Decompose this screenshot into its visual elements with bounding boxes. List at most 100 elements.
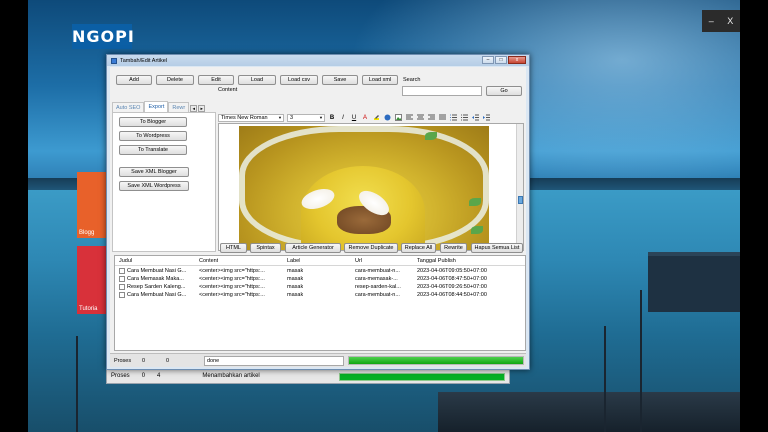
pole — [640, 290, 642, 432]
tab-export[interactable]: Export — [144, 101, 169, 112]
status-bar: Proses 0 0 done — [110, 353, 526, 367]
add-button[interactable]: Add — [116, 75, 152, 85]
tile-label: Blogg — [79, 230, 95, 236]
font-family-value: Times New Roman — [221, 115, 268, 121]
to-translate-button[interactable]: To Translate — [119, 145, 187, 155]
delete-button[interactable]: Delete — [156, 75, 194, 85]
save-xml-wordpress-button[interactable]: Save XML Wordpress — [119, 181, 189, 191]
export-panel: To Blogger To Wordpress To Translate Sav… — [112, 112, 216, 252]
editor-toolbar: Times New Roman ▼ 3 ▼ B I U A — [218, 113, 520, 123]
italic-icon[interactable]: I — [339, 114, 347, 122]
link-icon[interactable] — [383, 114, 391, 122]
replace-all-button[interactable]: Replace All — [401, 243, 436, 253]
load-button[interactable]: Load — [238, 75, 276, 85]
titlebar-buttons: – □ x — [482, 56, 526, 64]
font-size-select[interactable]: 3 ▼ — [287, 114, 325, 122]
status-message: Menambahkan artikel — [202, 373, 260, 379]
row-content: <center><img src="https:... — [199, 284, 265, 290]
outdent-icon[interactable] — [471, 114, 479, 122]
row-judul: Cara Membuat Nasi G... — [127, 268, 187, 274]
column-header-judul[interactable]: Judul — [119, 258, 132, 264]
row-content: <center><img src="https:... — [199, 276, 265, 282]
save-button[interactable]: Save — [322, 75, 358, 85]
row-tanggal-publish: 2023-04-06T08:44:50+07:00 — [417, 292, 487, 298]
status-message-box: done — [204, 356, 344, 366]
row-content: <center><img src="https:... — [199, 292, 265, 298]
edit-button[interactable]: Edit — [198, 75, 234, 85]
load-csv-button[interactable]: Load csv — [280, 75, 318, 85]
to-wordpress-button[interactable]: To Wordpress — [119, 131, 187, 141]
align-left-icon[interactable] — [405, 114, 413, 122]
column-header-label[interactable]: Label — [287, 258, 300, 264]
remove-duplicate-button[interactable]: Remove Duplicate — [344, 243, 398, 253]
minimize-icon[interactable]: – — [709, 16, 714, 26]
search-label: Search — [403, 77, 421, 83]
column-header-url[interactable]: Url — [355, 258, 362, 264]
scrollbar-thumb[interactable] — [518, 196, 523, 204]
spintax-button[interactable]: Spintax — [250, 243, 281, 253]
minimize-button[interactable]: – — [482, 56, 494, 64]
underline-icon[interactable]: U — [350, 114, 358, 122]
row-url: cara-memasak-... — [355, 276, 398, 282]
save-xml-blogger-button[interactable]: Save XML Blogger — [119, 167, 189, 177]
align-center-icon[interactable] — [416, 114, 424, 122]
highlight-icon[interactable] — [372, 114, 380, 122]
to-blogger-button[interactable]: To Blogger — [119, 117, 187, 127]
edit-article-window: Tambah/Edit Artikel – □ x Add Delete Edi… — [106, 54, 530, 370]
pier-deck — [438, 392, 740, 432]
search-input[interactable] — [402, 86, 482, 96]
align-right-icon[interactable] — [427, 114, 435, 122]
row-label: masak — [287, 268, 304, 274]
close-icon[interactable]: X — [727, 16, 733, 26]
tab-scroll-left-icon[interactable]: ◄ — [190, 105, 198, 112]
row-tanggal-publish: 2023-04-06T09:05:50+07:00 — [417, 268, 487, 274]
tab-scroll-right-icon[interactable]: ► — [198, 105, 206, 112]
content-editor[interactable] — [218, 123, 524, 251]
bold-icon[interactable]: B — [328, 114, 336, 122]
row-content: <center><img src="https:... — [199, 268, 265, 274]
pole — [604, 326, 606, 432]
food-photo — [239, 126, 489, 250]
row-judul: Resep Sarden Kaleng... — [127, 284, 186, 290]
column-header-tanggal-publish[interactable]: Tanggal Publish — [417, 258, 456, 264]
load-xml-button[interactable]: Load xml — [362, 75, 398, 85]
row-checkbox[interactable] — [119, 276, 125, 282]
tab-auto-seo[interactable]: Auto SEO — [112, 102, 145, 112]
image-icon[interactable] — [394, 114, 402, 122]
column-header-content[interactable]: Content — [199, 258, 218, 264]
row-checkbox[interactable] — [119, 268, 125, 274]
row-tanggal-publish: 2023-04-06T09:26:50+07:00 — [417, 284, 487, 290]
row-checkbox[interactable] — [119, 292, 125, 298]
desktop-window-controls: – X — [702, 10, 740, 32]
window-client: Add Delete Edit Load Load csv Save Load … — [110, 67, 526, 367]
window-titlebar[interactable]: Tambah/Edit Artikel – □ x — [107, 55, 529, 66]
editor-scrollbar[interactable] — [516, 124, 523, 250]
tab-rewrite[interactable]: Rewr — [168, 102, 190, 112]
status-count-1: 0 — [142, 358, 146, 364]
left-tab-strip: Auto SEO Export Rewr ◄ ► — [112, 101, 216, 112]
go-button[interactable]: Go — [486, 86, 522, 96]
maximize-button[interactable]: □ — [495, 56, 507, 64]
article-generator-button[interactable]: Article Generator — [285, 243, 341, 253]
status-count-1: 0 — [141, 373, 146, 379]
tile-label: Tutoria — [79, 306, 98, 312]
numbered-list-icon[interactable] — [449, 114, 457, 122]
background-progress-bar — [339, 373, 505, 381]
close-button[interactable]: x — [508, 56, 526, 64]
rewrite-button[interactable]: Rewrite — [440, 243, 467, 253]
font-family-select[interactable]: Times New Roman ▼ — [218, 114, 284, 122]
garnish-leaf — [425, 132, 437, 140]
row-checkbox[interactable] — [119, 284, 125, 290]
article-grid: Judul Content Label Url Tanggal Publish … — [114, 255, 526, 351]
row-label: masak — [287, 292, 304, 298]
garnish-leaf — [469, 198, 481, 206]
row-judul: Cara Membuat Nasi G... — [127, 292, 187, 298]
justify-icon[interactable] — [438, 114, 446, 122]
bullet-list-icon[interactable] — [460, 114, 468, 122]
html-button[interactable]: HTML — [220, 243, 247, 253]
hapus-semua-list-button[interactable]: Hapus Semua List — [471, 243, 523, 253]
font-color-icon[interactable]: A — [361, 114, 369, 122]
garnish-leaf — [471, 226, 483, 234]
status-count-2: 4 — [157, 373, 161, 379]
indent-icon[interactable] — [482, 114, 490, 122]
